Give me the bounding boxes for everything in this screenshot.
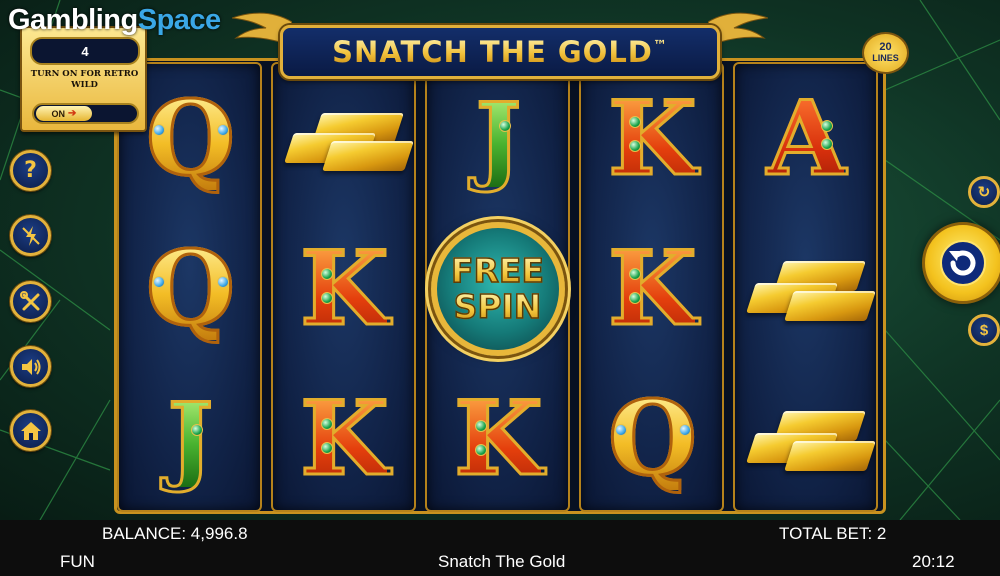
home-button[interactable] [10,410,51,451]
symbol-j: J [427,64,568,214]
lightning-icon [21,225,40,246]
symbol-k: K [273,364,414,514]
info-bar: BALANCE: 4,996.8 TOTAL BET: 2 [0,520,1000,548]
symbol-a: A [735,64,876,214]
status-bar: FUN Snatch The Gold 20:12 [0,548,1000,576]
symbol-q: Q [581,364,722,514]
brand-watermark: GamblingSpace [8,4,221,37]
turbo-button[interactable] [10,215,51,256]
brand-word-2: Space [137,4,221,36]
symbol-letter: J [166,382,214,495]
free-spin-line-1: FREE [450,251,545,290]
gold-bars-icon [277,97,414,181]
balance-display: BALANCE: 4,996.8 [102,524,248,543]
autoplay-button[interactable]: ↻ [968,176,1000,208]
symbol-letter: Q [145,229,237,349]
reel-2: K K [271,62,416,512]
symbol-letter: Q [145,79,237,199]
gold-bars-icon [739,397,876,481]
brand-word-1: Gambling [8,4,138,36]
clock: 20:12 [912,552,955,571]
speaker-icon [21,358,40,375]
paylines-badge: 20 LINES [862,32,909,74]
symbol-j: J [119,364,260,514]
symbol-letter: Q [607,379,699,499]
retro-wild-toggle-knob[interactable]: ON ➔ [36,106,92,121]
retro-wild-panel: 4 TURN ON FOR RETRO WILD ON ➔ [20,26,147,132]
paylines-count: 20 [879,41,892,53]
toggle-label: ON [51,108,66,119]
retro-wild-counter: 4 [30,37,140,65]
question-icon: ? [24,158,37,183]
home-icon [20,421,41,440]
autoplay-icon: ↻ [977,184,991,201]
game-mode: FUN [60,552,95,571]
symbol-letter: A [765,79,847,199]
symbol-gold-bars [735,364,876,514]
arrow-right-icon: ➔ [68,108,77,119]
symbol-k: K [581,214,722,364]
symbol-k: K [581,64,722,214]
paylines-label: LINES [872,53,899,63]
gold-bars-icon [739,247,876,331]
spin-icon [940,240,986,286]
reel-5: A [733,62,878,512]
symbol-k: K [427,364,568,514]
game-name: Snatch The Gold [438,552,566,571]
reel-3: J FREE SPIN K [425,62,570,512]
bet-button[interactable]: $ [968,314,1000,346]
symbol-letter: K [299,229,391,349]
symbol-letter: K [453,379,545,499]
coin-icon: $ [979,321,989,339]
tools-icon [19,290,39,310]
symbol-gold-bars [735,214,876,364]
spin-button[interactable] [922,222,1000,304]
symbol-k: K [273,214,414,364]
symbol-letter: K [299,379,391,499]
symbol-gold-bars [273,64,414,214]
game-title: SNATCH THE GOLD [332,35,653,69]
symbol-letter: K [607,229,699,349]
sound-button[interactable] [10,346,51,387]
game-stage: GamblingSpace SNATCH THE GOLD ™ 20 LINES … [0,0,1000,520]
symbol-letter: K [607,79,699,199]
trademark-mark: ™ [652,38,668,54]
retro-wild-text: TURN ON FOR RETRO WILD [30,69,139,90]
symbol-letter: J [474,82,522,195]
reel-4: K K Q [579,62,724,512]
symbol-free-spin: FREE SPIN [427,214,568,364]
game-title-banner: SNATCH THE GOLD ™ [280,25,720,79]
total-bet-display: TOTAL BET: 2 [779,524,887,543]
help-button[interactable]: ? [10,150,51,191]
retro-wild-toggle[interactable]: ON ➔ [32,103,139,124]
free-spin-coin: FREE SPIN [430,222,565,356]
symbol-q: Q [119,214,260,364]
free-spin-line-2: SPIN [453,287,542,326]
settings-button[interactable] [10,281,51,322]
